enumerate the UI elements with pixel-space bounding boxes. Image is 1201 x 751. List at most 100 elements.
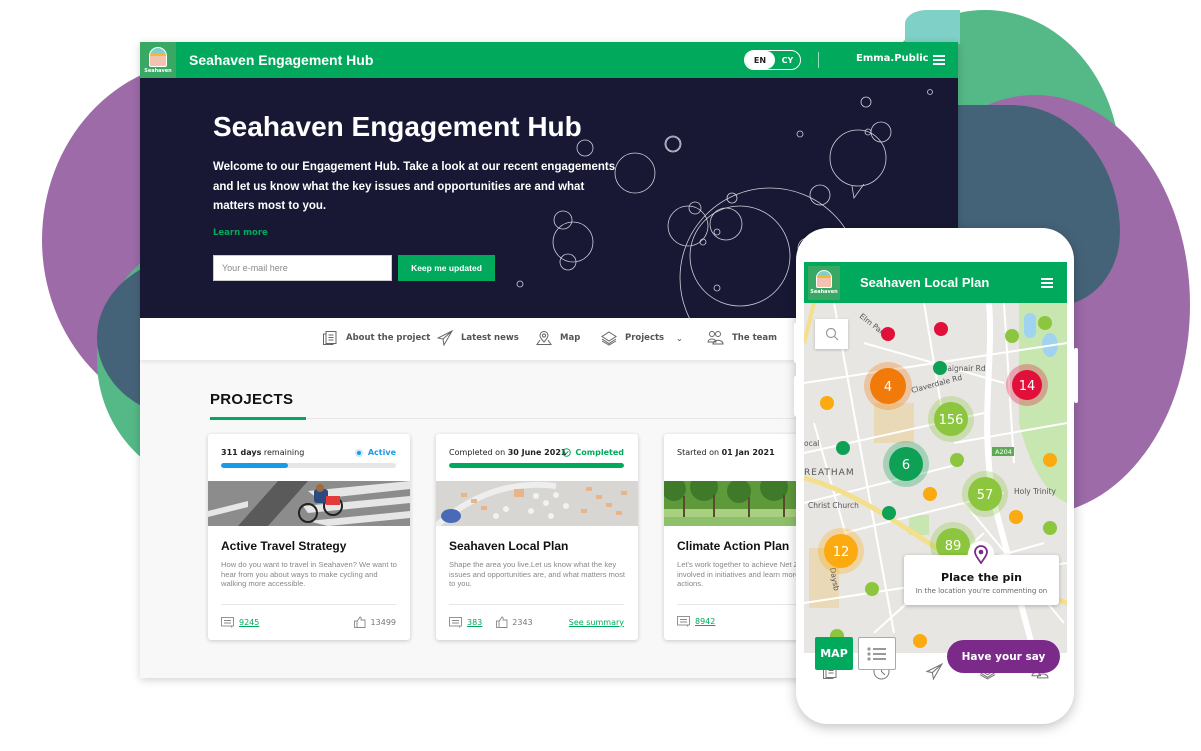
nav-projects[interactable]: Projects ⌄: [601, 330, 683, 346]
thumbs-up-icon[interactable]: [353, 616, 366, 628]
phone-side-button: [794, 323, 798, 363]
location-pin-icon: [974, 544, 988, 564]
mobile-phone-mockup: Seahaven Seahaven Local Plan Elm Park Cr…: [794, 228, 1078, 724]
phone-header: Seahaven Seahaven Local Plan: [804, 262, 1067, 303]
pin-card-title: Place the pin: [941, 571, 1022, 584]
card-description: How do you want to travel in Seahaven? W…: [221, 560, 397, 588]
place-pin-card: Place the pin In the location you're com…: [904, 541, 1059, 605]
user-name[interactable]: Emma.Public: [856, 53, 929, 64]
likes-count: 13499: [370, 617, 396, 627]
nav-label: Map: [560, 333, 581, 343]
cluster-count: 6: [902, 458, 910, 473]
map-comment-marker[interactable]: [820, 396, 834, 410]
see-summary-link[interactable]: See summary: [569, 618, 624, 627]
list-view-button[interactable]: [858, 637, 896, 670]
pin-badge: [968, 541, 994, 567]
paper-plane-icon[interactable]: [925, 663, 943, 680]
project-card-active-travel[interactable]: 311 days remaining Active Active Travel …: [208, 434, 410, 640]
nav-the-team[interactable]: The team: [707, 330, 777, 346]
map-view-button[interactable]: MAP: [815, 637, 853, 670]
progress-fill: [221, 463, 288, 468]
document-icon: [323, 331, 337, 345]
map-comment-marker[interactable]: [1043, 453, 1057, 467]
likes-count: 2343: [512, 617, 533, 627]
map-comment-marker[interactable]: [1009, 510, 1023, 524]
nav-map[interactable]: Map: [536, 330, 580, 346]
logo-icon: [816, 270, 832, 288]
card-title[interactable]: Seahaven Local Plan: [449, 539, 568, 553]
comment-icon: [677, 616, 690, 627]
map-comment-marker[interactable]: [881, 327, 895, 341]
heading-underline: [210, 417, 306, 420]
decor-blob-teal: [905, 10, 960, 44]
phone-side-button: [794, 376, 798, 416]
site-logo[interactable]: Seahaven: [140, 42, 176, 78]
language-toggle[interactable]: EN CY: [744, 50, 801, 70]
top-bar: Seahaven Seahaven Engagement Hub EN CY E…: [140, 42, 958, 78]
active-dot-icon: [354, 448, 363, 457]
cluster-count: 4: [884, 380, 892, 395]
site-title[interactable]: Seahaven Engagement Hub: [189, 52, 373, 68]
card-status: Completed on 30 June 2021: [449, 448, 567, 457]
hamburger-menu-icon[interactable]: [933, 55, 945, 65]
logo-text: Seahaven: [144, 67, 172, 74]
map-search-button[interactable]: [815, 319, 848, 349]
cluster-count: 89: [945, 539, 962, 554]
people-icon: [707, 331, 724, 345]
street-label: ocal: [804, 439, 819, 448]
learn-more-link[interactable]: Learn more: [213, 228, 268, 238]
chevron-down-icon[interactable]: ⌄: [676, 334, 683, 343]
cluster-count: 14: [1019, 379, 1036, 394]
map-comment-marker[interactable]: [950, 453, 964, 467]
project-card-local-plan[interactable]: Completed on 30 June 2021 Completed Seah…: [436, 434, 638, 640]
check-circle-icon: [562, 448, 572, 457]
divider: [221, 604, 396, 605]
hero-description: Welcome to our Engagement Hub. Take a lo…: [213, 161, 616, 212]
street-label: Christ Church: [808, 501, 859, 510]
comments-count-link[interactable]: 383: [467, 618, 482, 627]
card-title[interactable]: Climate Action Plan: [677, 539, 789, 553]
email-input[interactable]: [213, 255, 392, 281]
comments-count-link[interactable]: 8942: [695, 617, 715, 626]
map-pin-icon: [536, 331, 552, 345]
map-comment-marker[interactable]: [1038, 316, 1052, 330]
map-comment-marker[interactable]: [923, 487, 937, 501]
map-comment-marker[interactable]: [836, 441, 850, 455]
street-label: Holy Trinity: [1014, 487, 1057, 496]
comment-icon: [221, 616, 234, 628]
nav-latest-news[interactable]: Latest news: [437, 330, 519, 346]
card-title[interactable]: Active Travel Strategy: [221, 539, 346, 553]
projects-heading: PROJECTS: [210, 391, 294, 408]
cluster-count: 57: [977, 488, 994, 503]
thumbs-up-icon[interactable]: [496, 616, 508, 628]
nav-about-the-project[interactable]: About the project: [322, 330, 430, 346]
hamburger-menu-icon[interactable]: [1041, 278, 1053, 288]
map-comment-marker[interactable]: [882, 506, 896, 520]
comments-count-link[interactable]: 9245: [239, 618, 259, 627]
language-cy[interactable]: CY: [775, 56, 800, 65]
map-comment-marker[interactable]: [934, 322, 948, 336]
card-footer: 383 2343 See summary: [449, 616, 624, 628]
card-description: Shape the area you live.Let us know what…: [449, 560, 626, 588]
list-icon: [867, 646, 886, 661]
phone-screen: Seahaven Seahaven Local Plan Elm Park Cr…: [804, 262, 1067, 690]
have-your-say-button[interactable]: Have your say: [947, 640, 1060, 673]
cyclist-photo: [208, 481, 410, 526]
pin-card-subtitle: In the location you're commenting on: [915, 587, 1048, 595]
keep-me-updated-button[interactable]: Keep me updated: [398, 255, 495, 281]
language-en[interactable]: EN: [745, 51, 775, 69]
progress-bar: [449, 463, 624, 468]
cluster-count: 12: [833, 545, 850, 560]
lake: [1024, 313, 1036, 338]
status-badge: Completed: [562, 448, 624, 457]
map-comment-marker[interactable]: [913, 634, 927, 648]
logo-icon: [149, 46, 167, 67]
map-comment-marker[interactable]: [1005, 329, 1019, 343]
search-icon: [825, 327, 838, 341]
nav-label: About the project: [346, 333, 431, 343]
phone-logo[interactable]: Seahaven: [808, 265, 840, 300]
layers-icon: [601, 331, 617, 346]
map-comment-marker[interactable]: [933, 361, 947, 375]
map-comment-marker[interactable]: [865, 582, 879, 596]
map-comment-marker[interactable]: [1043, 521, 1057, 535]
